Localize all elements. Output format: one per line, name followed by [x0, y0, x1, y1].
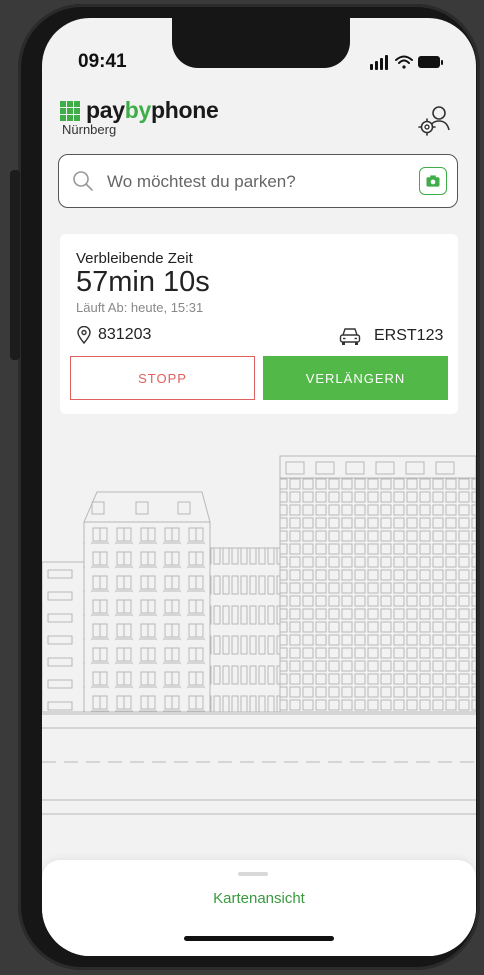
parking-session-card: Verbleibende Zeit 57min 10s Läuft Ab: he…	[60, 234, 458, 414]
battery-icon	[418, 56, 443, 68]
brand-header: paybyphone Nürnberg	[60, 97, 219, 137]
vehicle-info: ERST123	[338, 326, 443, 346]
camera-icon[interactable]	[419, 167, 447, 195]
side-button	[10, 170, 20, 360]
settings-user-icon[interactable]	[414, 100, 454, 140]
license-plate: ERST123	[374, 327, 444, 344]
search-bar[interactable]	[58, 154, 458, 208]
status-time: 09:41	[78, 51, 127, 72]
notch	[172, 18, 350, 68]
zone-info: 831203	[76, 326, 151, 344]
home-indicator	[184, 936, 334, 941]
app-screen: 09:41 paybyphone Nürnberg Wo möchtest du…	[42, 18, 476, 956]
city-illustration	[42, 455, 476, 815]
remaining-time-title: Verbleibende Zeit	[76, 250, 193, 267]
extend-button[interactable]: VERLÄNGERN	[263, 356, 448, 400]
remaining-time: 57min 10s	[76, 266, 210, 298]
signal-icon	[370, 55, 388, 70]
zone-number: 831203	[98, 326, 152, 343]
search-icon	[73, 171, 93, 191]
car-icon	[339, 328, 361, 345]
map-view-button[interactable]: Kartenansicht	[42, 890, 476, 907]
location-pin-icon	[77, 326, 91, 344]
status-icons	[370, 55, 443, 70]
sheet-handle[interactable]	[238, 872, 268, 876]
city-label: Nürnberg	[62, 122, 117, 137]
stop-button[interactable]: STOPP	[70, 356, 255, 400]
expiry-time: Läuft Ab: heute, 15:31	[76, 300, 204, 315]
search-input[interactable]	[105, 165, 409, 199]
brand-name: paybyphone	[86, 97, 219, 123]
wifi-icon	[395, 55, 413, 69]
map-view-sheet[interactable]: Kartenansicht	[42, 860, 476, 956]
paybyphone-logo-icon	[60, 100, 80, 121]
